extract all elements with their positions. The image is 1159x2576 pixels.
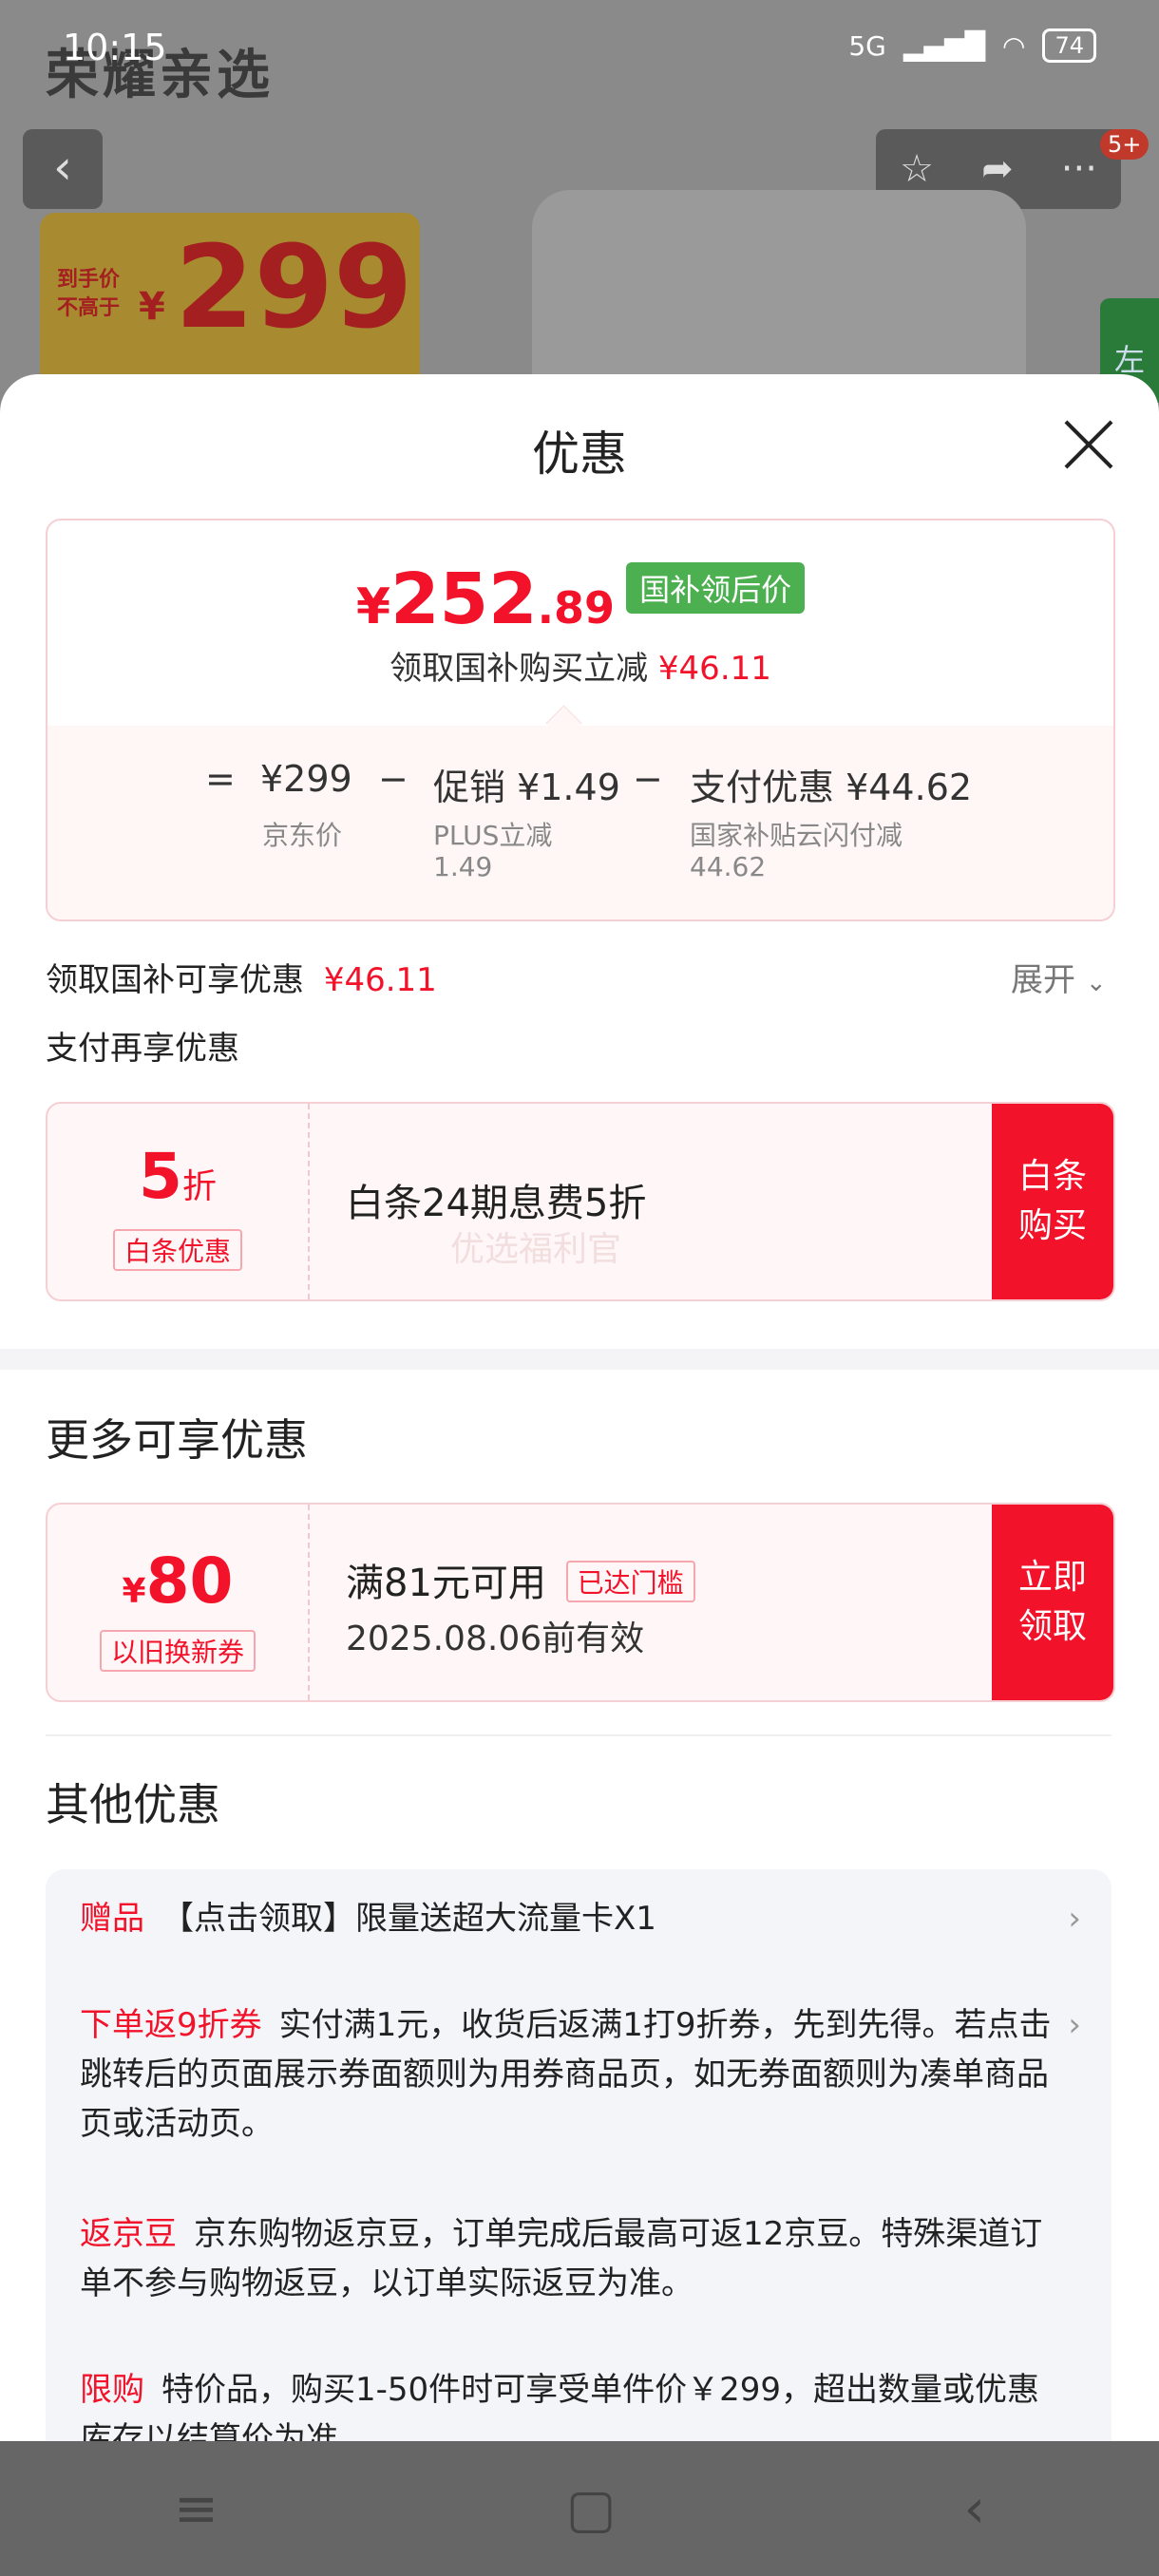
other-discounts-title: 其他优惠 — [46, 1779, 220, 1830]
more-discounts-title: 更多可享优惠 — [46, 1414, 308, 1466]
price-card: ¥252.89 国补领后价 领取国补购买立减 ¥46.11 = ¥299 京东价 … — [46, 519, 1115, 921]
item-label: 下单返9折券 — [80, 2006, 262, 2044]
list-item[interactable]: 赠品 【点击领取】限量送超大流量卡X1 — [80, 1894, 1068, 1943]
discount-num: 5 — [139, 1140, 182, 1213]
network-label: 5G — [848, 29, 886, 62]
price-breakdown — [48, 726, 1113, 919]
final-price-yen: ¥ — [355, 578, 391, 635]
chevron-down-icon: ⌄ — [1085, 969, 1107, 997]
back-button[interactable]: ‹ — [23, 129, 103, 209]
more-icon[interactable]: ··· — [1061, 147, 1097, 191]
baitiao-coupon: 5折 白条优惠 白条24期息费5折 优选福利官 白条购买 — [46, 1102, 1115, 1301]
baitiao-buy-button[interactable]: 白条 购买 — [992, 1104, 1113, 1299]
final-price: ¥252.89 国补领后价 — [48, 559, 1113, 640]
minus-sign: − — [378, 758, 408, 800]
discount-sheet: 优惠 ¥252.89 国补领后价 领取国补购买立减 ¥46.11 = ¥299 京… — [0, 374, 1159, 2441]
pay-discount-label-value: 44.62 — [690, 851, 767, 882]
promo-label-value: 1.49 — [433, 851, 493, 882]
price-tag-value: 299 — [175, 222, 413, 354]
item-text: 【点击领取】限量送超大流量卡X1 — [162, 1900, 656, 1938]
pay-discount-amount: 支付优惠 ¥44.62 — [690, 767, 973, 808]
pay-discount-label: 国家补贴云闪付减 — [690, 820, 903, 851]
other-discounts-list: 赠品 【点击领取】限量送超大流量卡X1 › 下单返9折券 实付满1元，收货后返满1打… — [46, 1869, 1112, 2441]
sheet-title: 优惠 — [532, 426, 627, 482]
baitiao-buy-line2: 购买 — [1017, 1206, 1087, 1245]
claim-line1: 立即 — [1017, 1558, 1087, 1597]
baitiao-tag: 白条优惠 — [112, 1229, 242, 1271]
item-label: 赠品 — [80, 1900, 144, 1938]
coupon-tag-wrap: 白条优惠 — [48, 1229, 308, 1271]
discount-value: 5折 — [48, 1140, 308, 1213]
trade-in-coupon: ¥80 以旧换新券 满81元可用 已达门槛 2025.08.06前有效 立即领取 — [46, 1503, 1115, 1702]
item-label: 限购 — [80, 2371, 144, 2409]
promo-amount: 促销 ¥1.49 — [433, 767, 620, 808]
final-price-int: 252 — [390, 559, 538, 640]
item-label: 返京豆 — [80, 2215, 177, 2253]
price-tag-line1: 到手价 — [57, 268, 121, 292]
close-icon[interactable] — [1062, 418, 1115, 471]
subsidy-row-amount: ¥46.11 — [323, 961, 437, 999]
claim-coupon-button[interactable]: 立即 领取 — [992, 1505, 1113, 1700]
chevron-right-icon[interactable]: › — [1068, 2006, 1081, 2044]
subsidy-summary: 领取国补购买立减 ¥46.11 — [48, 642, 1113, 689]
subsidy-price-tag: 国补领后价 — [626, 562, 806, 614]
status-bar-icons: 5G ▂▄▆█ ◠ 74 — [848, 28, 1096, 63]
price-tag-line2: 不高于 — [57, 296, 121, 320]
minus-sign: − — [633, 758, 663, 800]
discount-unit: 折 — [181, 1167, 217, 1206]
wifi-icon: ◠ — [1002, 29, 1026, 62]
coupon-amount-value: 80 — [145, 1544, 234, 1618]
status-time: 10:15 — [63, 27, 167, 68]
baitiao-desc: 白条24期息费5折 — [346, 1182, 647, 1225]
divider-line — [46, 1734, 1112, 1736]
coupon-left: ¥80 以旧换新券 — [48, 1505, 310, 1700]
coupon-tag-wrap: 以旧换新券 — [48, 1630, 308, 1672]
coupon-valid-date: 2025.08.06前有效 — [346, 1619, 645, 1658]
watermark: 优选福利官 — [450, 1230, 622, 1269]
system-nav-bar: ≡ ▢ ‹ — [0, 2441, 1159, 2576]
price-tag-yen: ¥ — [139, 285, 165, 329]
menu-icon[interactable]: ≡ — [174, 2478, 218, 2540]
final-price-dec: .89 — [537, 582, 616, 634]
item-text: 京东购物返京豆，订单完成后最高可返12京豆。特殊渠道订单不参与购物返豆，以订单实… — [80, 2215, 1043, 2302]
base-price: ¥299 — [260, 758, 352, 800]
subsidy-row: 领取国补可享优惠 ¥46.11 — [46, 954, 437, 1000]
baitiao-buy-line1: 白条 — [1017, 1157, 1087, 1196]
list-item: 返京豆 京东购物返京豆，订单完成后最高可返12京豆。特殊渠道订单不参与购物返豆，以… — [80, 2209, 1068, 2308]
battery-icon: 74 — [1042, 28, 1096, 63]
coupon-amount: ¥80 — [48, 1544, 308, 1618]
threshold-reached-tag: 已达门槛 — [565, 1561, 695, 1602]
expand-button[interactable]: 展开 ⌄ — [1011, 954, 1107, 1000]
list-item: 限购 特价品，购买1-50件时可享受单件价￥299，超出数量或优惠库存以结算价为准… — [80, 2365, 1068, 2441]
pay-more-title: 支付再享优惠 — [46, 1030, 239, 1068]
signal-icon: ▂▄▆█ — [902, 29, 986, 62]
side-tab-label: 左 — [1113, 342, 1145, 378]
item-text: 特价品，购买1-50件时可享受单件价￥299，超出数量或优惠库存以结算价为准。 — [80, 2371, 1040, 2441]
coupon-condition-row: 满81元可用 已达门槛 — [346, 1552, 695, 1607]
coupon-condition: 满81元可用 — [346, 1562, 546, 1605]
share-icon[interactable]: ➦ — [981, 147, 1014, 191]
coupon-left: 5折 白条优惠 — [48, 1104, 310, 1299]
coupon-yen: ¥ — [122, 1572, 146, 1611]
base-price-label: 京东价 — [262, 820, 343, 851]
equals-sign: = — [205, 758, 236, 800]
promo-label: PLUS立减 — [433, 820, 553, 851]
subsidy-row-label: 领取国补可享优惠 — [46, 961, 304, 999]
trade-in-tag: 以旧换新券 — [99, 1630, 256, 1672]
list-item[interactable]: 下单返9折券 实付满1元，收货后返满1打9折券，先到先得。若点击跳转后的页面展示券… — [80, 2000, 1068, 2149]
back-nav-icon[interactable]: ‹ — [964, 2478, 985, 2540]
star-icon[interactable]: ☆ — [900, 147, 934, 191]
home-icon[interactable]: ▢ — [566, 2478, 617, 2540]
message-badge: 5+ — [1100, 129, 1150, 160]
chevron-right-icon[interactable]: › — [1068, 1900, 1081, 1938]
claim-line2: 领取 — [1017, 1607, 1087, 1646]
expand-label: 展开 — [1011, 961, 1075, 999]
subsidy-summary-amount: ¥46.11 — [657, 650, 771, 688]
section-divider — [0, 1349, 1159, 1370]
subsidy-summary-text: 领取国补购买立减 — [390, 650, 649, 688]
